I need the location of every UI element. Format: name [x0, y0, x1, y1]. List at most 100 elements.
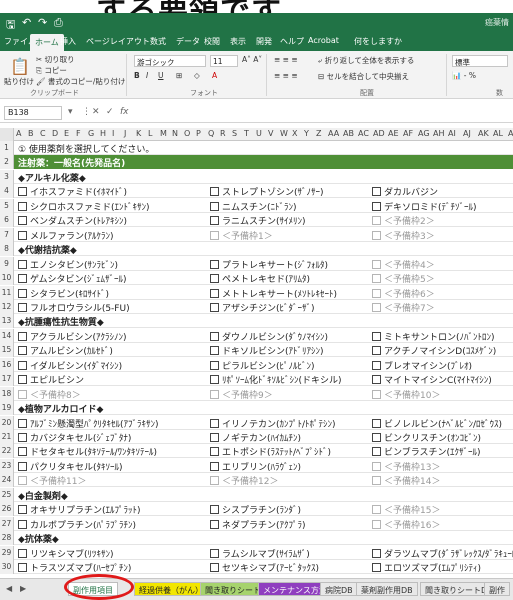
checkbox[interactable] [18, 302, 27, 312]
checkbox[interactable] [18, 274, 27, 284]
drug-option[interactable]: ストレプトゾシン(ｻﾞﾉｻｰ) [210, 185, 324, 198]
drug-option[interactable]: エリブリン(ﾊﾗｳﾞｪﾝ) [210, 460, 301, 473]
category-label[interactable]: ◆アルキル化薬◆ [18, 171, 86, 184]
tab-10[interactable]: Acrobat [308, 36, 339, 45]
checkbox[interactable] [210, 433, 219, 442]
checkbox[interactable] [372, 230, 381, 240]
column-header-W[interactable]: W [280, 129, 288, 138]
drug-option[interactable]: カルボプラチン(ﾊﾟﾗﾌﾟﾗﾁﾝ) [18, 518, 136, 531]
drug-option[interactable]: アムルビシン(ｶﾙｾﾄﾞ) [18, 344, 113, 357]
checkbox[interactable] [210, 216, 219, 226]
row-number[interactable]: 19 [0, 401, 14, 416]
drug-option[interactable]: ダラツムマブ(ﾀﾞﾗｻﾞﾚｯｸｽ/ﾀﾞﾗｷｭｰﾛ) [372, 547, 513, 560]
drug-option[interactable]: リツキシマブ(ﾘﾂｷｻﾝ) [18, 547, 114, 560]
drug-option[interactable]: エピルビシン [18, 373, 84, 386]
drug-option[interactable]: ＜予備枠14＞ [372, 474, 440, 487]
column-header-AJ[interactable]: AJ [463, 129, 471, 138]
column-header-O[interactable]: O [184, 129, 190, 138]
underline-button[interactable]: U [158, 71, 164, 80]
drug-option[interactable]: プラトレキサート(ｼﾞﾌｫﾙﾀ) [210, 258, 328, 271]
drug-option[interactable]: オキサリプラチン(ｴﾙﾌﾟﾗｯﾄ) [18, 503, 141, 516]
row-number[interactable]: 23 [0, 458, 14, 473]
column-header-A[interactable]: A [16, 129, 21, 138]
checkbox[interactable] [210, 259, 219, 269]
drug-option[interactable]: シタラビン(ｷﾛｻｲﾄﾞ) [18, 287, 109, 300]
column-header-M[interactable]: M [160, 129, 167, 138]
checkbox[interactable] [18, 447, 27, 457]
drug-option[interactable]: ＜予備枠8＞ [18, 388, 81, 401]
drug-option[interactable]: ビンブラスチン(ｴｸｻﾞｰﾙ) [372, 445, 481, 458]
sheet-tab-2[interactable]: 聞き取りシート [200, 582, 266, 596]
sheet-tab-5[interactable]: 薬剤副作用DB [356, 582, 418, 596]
drug-option[interactable]: ＜予備枠10＞ [372, 388, 440, 401]
chevron-down-icon[interactable]: ▾ [68, 107, 73, 117]
checkbox[interactable] [210, 548, 219, 558]
tab-6[interactable]: 校閲 [204, 36, 220, 47]
checkbox[interactable] [210, 519, 219, 529]
row-number[interactable]: 8 [0, 242, 14, 257]
column-header-H[interactable]: H [100, 129, 106, 138]
checkbox[interactable] [210, 389, 219, 399]
drug-option[interactable]: アクラルビシン(ｱｸﾗｼﾉﾝ) [18, 330, 127, 343]
tab-11[interactable]: 何をしますか [354, 36, 402, 47]
border-icon[interactable]: ⊞ [176, 71, 182, 80]
font-color-icon[interactable]: A [212, 71, 217, 80]
row-number[interactable]: 21 [0, 430, 14, 444]
drug-option[interactable]: ダカルバジン [372, 185, 438, 198]
checkbox[interactable] [372, 274, 381, 284]
drug-option[interactable]: セツキシマブ(ｱｰﾋﾞﾀｯｸｽ) [210, 561, 319, 574]
checkbox[interactable] [18, 375, 27, 385]
drug-option[interactable]: フルオロウラシル(5-FU) [18, 301, 130, 314]
checkbox[interactable] [210, 476, 219, 486]
column-header-AA[interactable]: AA [328, 129, 339, 138]
row-number[interactable]: 28 [0, 531, 14, 546]
checkbox[interactable] [372, 389, 381, 399]
drug-option[interactable]: ミトキサントロン(ﾉﾊﾞﾝﾄﾛﾝ) [372, 330, 495, 343]
checkbox[interactable] [372, 201, 381, 211]
column-header-X[interactable]: X [292, 129, 297, 138]
tab-scroll-left-icon[interactable]: ◀ [6, 584, 12, 593]
sheet-tab-4[interactable]: 病院DB [320, 582, 358, 596]
drug-option[interactable]: ＜予備枠1＞ [210, 229, 273, 242]
checkbox[interactable] [372, 447, 381, 457]
checkbox[interactable] [372, 187, 381, 197]
column-header-R[interactable]: R [220, 129, 226, 138]
category-label[interactable]: ◆白金製剤◆ [18, 489, 68, 502]
font-grow-icon[interactable]: A˄ A˅ [242, 55, 262, 64]
drug-option[interactable]: ニムスチン(ﾆﾄﾞﾗﾝ) [210, 200, 297, 213]
column-header-N[interactable]: N [172, 129, 178, 138]
align-left-icon[interactable]: ≡ ≡ ≡ [274, 71, 298, 80]
drug-option[interactable]: カバジタキセル(ｼﾞｪﾌﾞﾀﾅ) [18, 431, 131, 444]
row-number[interactable]: 18 [0, 386, 14, 401]
checkbox[interactable] [372, 519, 381, 529]
drug-option[interactable]: ペメトレキセド(ｱﾘﾑﾀ) [210, 272, 310, 285]
drug-option[interactable]: パクリタキセル(ﾀｷｿｰﾙ) [18, 460, 123, 473]
tab-2[interactable]: 挿入 [60, 36, 76, 47]
paste-button[interactable]: 貼り付け [4, 76, 34, 87]
checkbox[interactable] [18, 216, 27, 226]
row-number[interactable]: 30 [0, 560, 14, 575]
category-label[interactable]: ◆抗腫瘍性抗生物質◆ [18, 315, 104, 328]
row-number[interactable]: 5 [0, 198, 14, 213]
checkbox[interactable] [210, 563, 219, 573]
column-header-K[interactable]: K [136, 129, 141, 138]
checkbox[interactable] [372, 375, 381, 385]
drug-option[interactable]: ＜予備枠3＞ [372, 229, 435, 242]
drug-option[interactable]: ＜予備枠16＞ [372, 518, 440, 531]
fx-icon[interactable]: fx [120, 107, 129, 117]
row-number[interactable]: 17 [0, 372, 14, 387]
font-size-box[interactable]: 11 [210, 55, 238, 67]
drug-option[interactable]: ブレオマイシン(ﾌﾞﾚｵ) [372, 359, 472, 372]
row-number[interactable]: 11 [0, 285, 14, 300]
drug-option[interactable]: ＜予備枠12＞ [210, 474, 278, 487]
row-number[interactable]: 26 [0, 502, 14, 517]
checkbox[interactable] [210, 360, 219, 370]
checkbox[interactable] [372, 461, 381, 471]
drug-option[interactable]: ドセタキセル(ﾀｷｿﾃｰﾙ/ﾜﾝﾀｷｿﾃｰﾙ) [18, 445, 157, 458]
column-header-J[interactable]: J [124, 129, 126, 138]
drug-option[interactable]: ｱﾙﾌﾞﾐﾝ懸濁型ﾊﾟｸﾘﾀｷｾﾙ(ｱﾌﾞﾗｷｻﾝ) [18, 417, 159, 430]
drug-option[interactable]: ＜予備枠7＞ [372, 301, 435, 314]
row-number[interactable]: 22 [0, 444, 14, 459]
tab-9[interactable]: ヘルプ [280, 36, 304, 47]
drug-option[interactable]: ベンダムスチン(ﾄﾚｱｷｼﾝ) [18, 214, 127, 227]
